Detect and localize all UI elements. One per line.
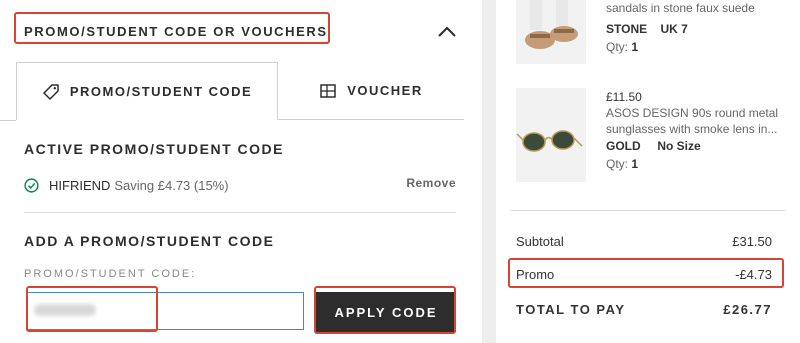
active-saving: Saving £4.73 (15%) (114, 177, 229, 193)
voucher-icon (320, 83, 336, 98)
promo-tabs: PROMO/STUDENT CODE VOUCHER (16, 62, 464, 120)
item1-qty-value: 1 (631, 40, 639, 54)
remove-code-link[interactable]: Remove (406, 176, 456, 190)
item2-size: No Size (657, 139, 701, 153)
subtotal-label: Subtotal (516, 234, 564, 249)
highlight-box-apply (314, 286, 456, 334)
sandals-thumbnail[interactable] (516, 0, 586, 64)
tab-voucher[interactable]: VOUCHER (278, 62, 464, 120)
code-field-label: PROMO/STUDENT CODE: (24, 268, 197, 280)
item1-qty-label: Qty: (606, 40, 629, 54)
sunglasses-thumbnail[interactable] (516, 88, 586, 182)
highlight-box-input (26, 286, 158, 332)
tab-promo-student-code[interactable]: PROMO/STUDENT CODE (16, 62, 278, 120)
add-code-heading: ADD A PROMO/STUDENT CODE (24, 233, 275, 249)
active-code: HIFRIEND (49, 177, 111, 193)
order-summary-panel: sandals in stone faux suede STONE UK 7 Q… (496, 0, 800, 343)
item2-qty-label: Qty: (606, 157, 629, 171)
section-divider (24, 212, 456, 213)
item2-attributes: GOLD No Size (606, 138, 701, 154)
sunglasses-image (516, 88, 586, 182)
sandals-image (516, 0, 586, 64)
item2-colour: GOLD (606, 139, 641, 153)
item1-qty: Qty: 1 (606, 39, 638, 55)
item2-qty-value: 1 (631, 157, 639, 171)
item1-colour: STONE (606, 22, 648, 36)
total-value: £26.77 (723, 302, 772, 317)
highlight-box-title (14, 12, 330, 44)
tag-icon (43, 83, 59, 100)
active-code-heading: ACTIVE PROMO/STUDENT CODE (24, 141, 284, 157)
check-circle-icon (24, 177, 39, 193)
item1-size: UK 7 (660, 22, 688, 36)
tab-voucher-label: VOUCHER (347, 83, 423, 98)
highlight-box-promo (508, 258, 784, 288)
item2-desc-line1[interactable]: ASOS DESIGN 90s round metal (606, 105, 778, 121)
active-promo-row: HIFRIEND Saving £4.73 (15%) (24, 176, 456, 194)
subtotal-row: Subtotal £31.50 (516, 234, 772, 249)
item2-price: £11.50 (606, 90, 642, 104)
item1-desc: sandals in stone faux suede (606, 1, 755, 15)
promo-panel: PROMO/STUDENT CODE OR VOUCHERS PROMO/STU… (0, 0, 482, 343)
subtotal-value: £31.50 (732, 234, 772, 249)
tab-divider (0, 120, 16, 121)
item2-desc-line2[interactable]: sunglasses with smoke lens in... (606, 121, 777, 137)
item1-attributes: STONE UK 7 (606, 21, 688, 37)
chevron-up-icon[interactable] (436, 22, 458, 40)
item2-qty: Qty: 1 (606, 156, 638, 172)
tab-promo-label: PROMO/STUDENT CODE (69, 84, 253, 99)
summary-divider (510, 210, 786, 211)
total-label: TOTAL TO PAY (516, 302, 626, 317)
total-row: TOTAL TO PAY £26.77 (516, 302, 772, 317)
